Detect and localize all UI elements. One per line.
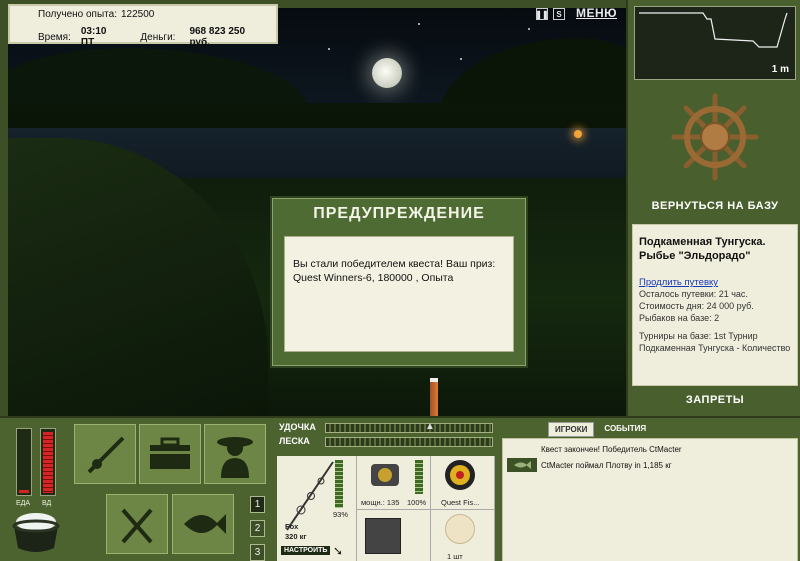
- food-meter: [16, 428, 32, 496]
- rod-condition-bar: [335, 460, 343, 508]
- fish-icon: [184, 514, 226, 534]
- time-value: 03:10 ПТ: [80, 26, 107, 48]
- rod-icon: [87, 436, 125, 474]
- hook-slot[interactable]: [357, 510, 431, 561]
- rod-name: Fox: [285, 522, 299, 531]
- exp-value: 122500: [120, 9, 155, 20]
- time-label: Время:: [38, 31, 71, 43]
- setup-button[interactable]: НАСТРОИТЬ: [281, 546, 331, 555]
- tab-events[interactable]: СОБЫТИЯ: [598, 422, 652, 437]
- bottom-panel: ЕДА ВД 1 2 3 УДОЧКА ▲ ЛЕСКА 93% Fox 320 …: [0, 416, 800, 561]
- rod-weight: 320 кг: [285, 532, 307, 541]
- tab-players[interactable]: ИГРОКИ: [548, 422, 595, 437]
- game-window: Получено опыта: 122500 Время: 03:10 ПТ Д…: [0, 0, 800, 561]
- right-panel: 1 m ВЕРНУТЬСЯ НА БАЗУ Подкаменная Тунгус…: [626, 0, 800, 416]
- chat-message: Квест закончен! Победитель CtMacter: [541, 445, 682, 454]
- reel-percent: 100%: [407, 498, 427, 507]
- chat-tabs: ИГРОКИ СОБЫТИЯ: [548, 422, 652, 437]
- bait-slot[interactable]: 1 шт: [431, 510, 495, 561]
- page-1-button[interactable]: 1: [250, 496, 265, 513]
- fork-knife-icon: [121, 508, 153, 544]
- anglers-count: Рыбаков на базе: 2: [639, 313, 720, 323]
- sound-button[interactable]: S: [553, 8, 565, 20]
- warning-dialog[interactable]: ПРЕДУПРЕЖДЕНИЕ Вы стали победителем квес…: [270, 196, 528, 368]
- lantern-light: [574, 130, 582, 138]
- page-2-button[interactable]: 2: [250, 520, 265, 537]
- location-info: Подкаменная Тунгуска. Рыбье "Эльдорадо" …: [632, 224, 798, 386]
- dialog-title: ПРЕДУПРЕЖДЕНИЕ: [313, 205, 485, 222]
- rods-button[interactable]: [74, 424, 136, 484]
- gear-panel: УДОЧКА ▲ ЛЕСКА 93% Fox 320 кг НАСТРОИТЬ: [277, 418, 495, 561]
- exp-label: Получено опыта:: [38, 9, 117, 20]
- map-scale: 1 m: [771, 64, 789, 75]
- page-3-button[interactable]: 3: [250, 544, 265, 561]
- tackle-box-icon: [150, 437, 190, 469]
- drink-meter: [40, 428, 56, 496]
- fish-cage-button[interactable]: [172, 494, 234, 554]
- food-button[interactable]: [106, 494, 168, 554]
- permit-remaining: Осталось путевки: 21 час.: [639, 289, 748, 299]
- line-name: Quest Fis...: [441, 498, 480, 507]
- pause-button[interactable]: ❚❚: [535, 8, 549, 20]
- status-meters: ЕДА ВД: [10, 428, 60, 508]
- arrow-icon: ➘: [333, 544, 344, 558]
- menu-button[interactable]: МЕНЮ: [576, 6, 617, 20]
- gear-slots: 93% Fox 320 кг НАСТРОИТЬ ➘ мощн.: 135 10…: [277, 456, 495, 561]
- hook-icon: [365, 518, 401, 554]
- fishing-rod-tip[interactable]: [430, 378, 438, 416]
- rod-percent: 93%: [333, 510, 349, 519]
- rod-tension-bar: [325, 423, 493, 433]
- line-tension-bar: [325, 437, 493, 447]
- line-slot[interactable]: Quest Fis...: [431, 456, 495, 510]
- location-title: Подкаменная Тунгуска. Рыбье "Эльдорадо": [639, 236, 766, 262]
- depth-map[interactable]: 1 m: [634, 6, 796, 80]
- player-stats: Получено опыта: 122500 Время: 03:10 ПТ Д…: [8, 4, 278, 48]
- fish-icon: [507, 458, 537, 472]
- bait-qty: 1 шт: [447, 552, 463, 561]
- tournaments-info: Турниры на базе: 1st Турнир Подкаменная …: [639, 331, 791, 353]
- extend-permit-link[interactable]: Продлить путевку: [639, 277, 791, 288]
- chat-log[interactable]: Квест закончен! Победитель CtMacter CtMa…: [502, 438, 798, 561]
- sound-icon: S: [556, 9, 562, 19]
- reel-power: мощн.: 135: [361, 498, 400, 507]
- dialog-message: Вы стали победителем квеста! Ваш приз: Q…: [284, 236, 514, 352]
- chat-panel: ИГРОКИ СОБЫТИЯ Квест закончен! Победител…: [502, 418, 800, 561]
- reel-condition-bar: [415, 460, 423, 494]
- food-label: ЕДА: [16, 500, 31, 507]
- rod-tension-label: УДОЧКА: [279, 422, 316, 432]
- drink-fill: [43, 432, 53, 493]
- food-fill: [19, 489, 29, 493]
- chat-message-text: CtMacter поймал Плотву in 1,185 кг: [541, 460, 672, 470]
- reel-slot[interactable]: мощн.: 135 100%: [357, 456, 431, 510]
- reel-icon: [371, 464, 399, 486]
- chat-message: CtMacter поймал Плотву in 1,185 кг: [507, 458, 793, 472]
- moon: [372, 58, 402, 88]
- rod-slot[interactable]: 93% Fox 320 кг НАСТРОИТЬ ➘: [277, 456, 357, 561]
- tension-marker-icon: ▲: [425, 421, 435, 432]
- line-tension-label: ЛЕСКА: [279, 436, 310, 446]
- tackle-box-button[interactable]: [139, 424, 201, 484]
- cauldron-icon[interactable]: [10, 508, 62, 556]
- line-spool-icon: [445, 460, 475, 490]
- return-to-base-button[interactable]: ВЕРНУТЬСЯ НА БАЗУ: [628, 200, 800, 212]
- angler-icon: [217, 437, 253, 478]
- bans-button[interactable]: ЗАПРЕТЫ: [628, 394, 800, 406]
- ship-wheel-icon[interactable]: [670, 92, 760, 182]
- pause-icon: ❚❚: [535, 9, 549, 19]
- money-value: 968 823 250 руб.: [189, 26, 246, 48]
- angler-button[interactable]: [204, 424, 266, 484]
- drink-label: ВД: [42, 500, 52, 507]
- money-label: Деньги:: [140, 31, 176, 43]
- day-cost: Стоимость дня: 24 000 руб.: [639, 301, 754, 311]
- bait-icon: [445, 514, 475, 544]
